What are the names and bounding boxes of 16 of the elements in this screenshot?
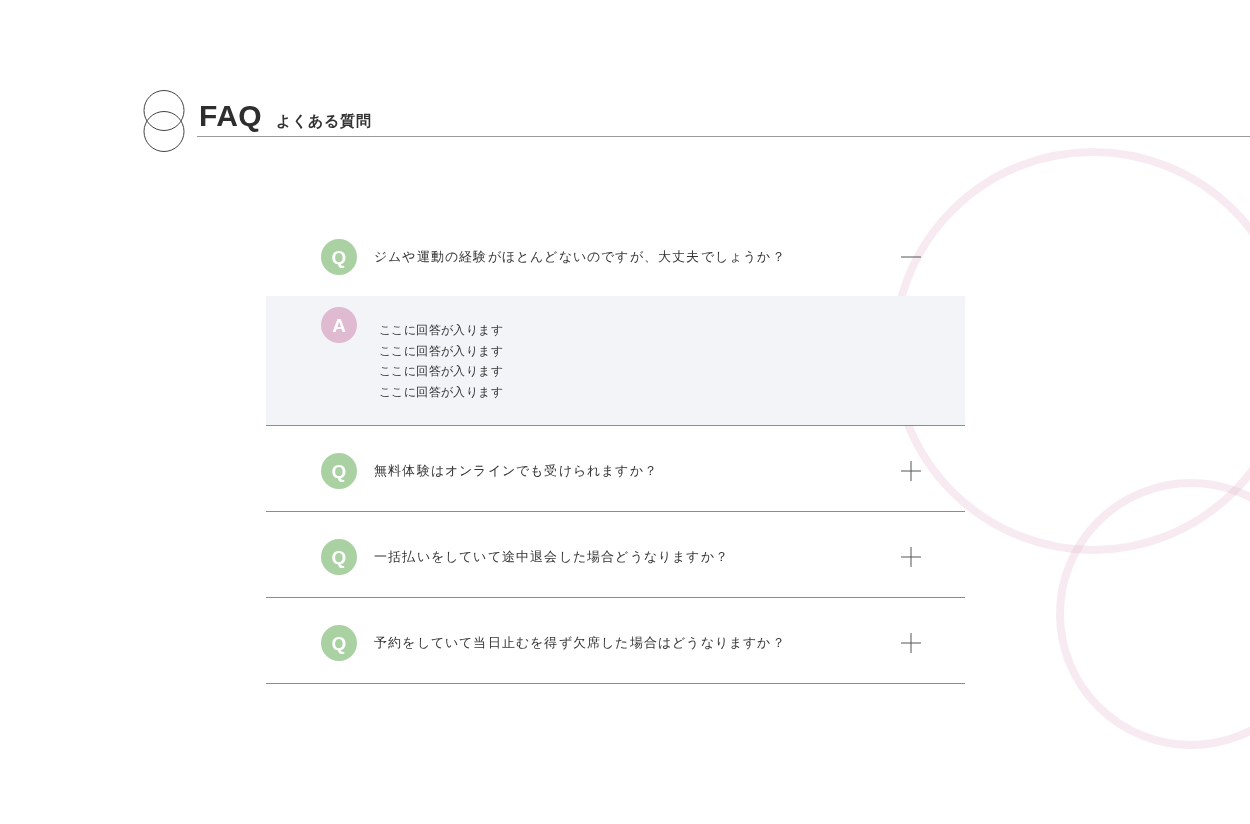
question-marker: Q	[321, 539, 357, 575]
question-text: 一括払いをしていて途中退会した場合どうなりますか？	[374, 548, 730, 566]
question-text: ジムや運動の経験がほとんどないのですが、大丈夫でしょうか？	[374, 248, 787, 266]
logo-icon	[142, 90, 186, 152]
plus-icon[interactable]	[901, 633, 921, 653]
answer-marker: A	[321, 307, 357, 343]
page-subtitle: よくある質問	[276, 113, 373, 128]
plus-icon[interactable]	[901, 547, 921, 567]
page-title: FAQ	[199, 101, 263, 131]
question-text: 予約をしていて当日止むを得ず欠席した場合はどうなりますか？	[374, 634, 787, 652]
question-marker: Q	[321, 625, 357, 661]
question-marker: Q	[321, 239, 357, 275]
answer-text: ここに回答が入ります ここに回答が入ります ここに回答が入ります ここに回答が入ります	[379, 322, 503, 401]
question-marker: Q	[321, 453, 357, 489]
plus-icon[interactable]	[901, 461, 921, 481]
question-text: 無料体験はオンラインでも受けられますか？	[374, 462, 659, 480]
